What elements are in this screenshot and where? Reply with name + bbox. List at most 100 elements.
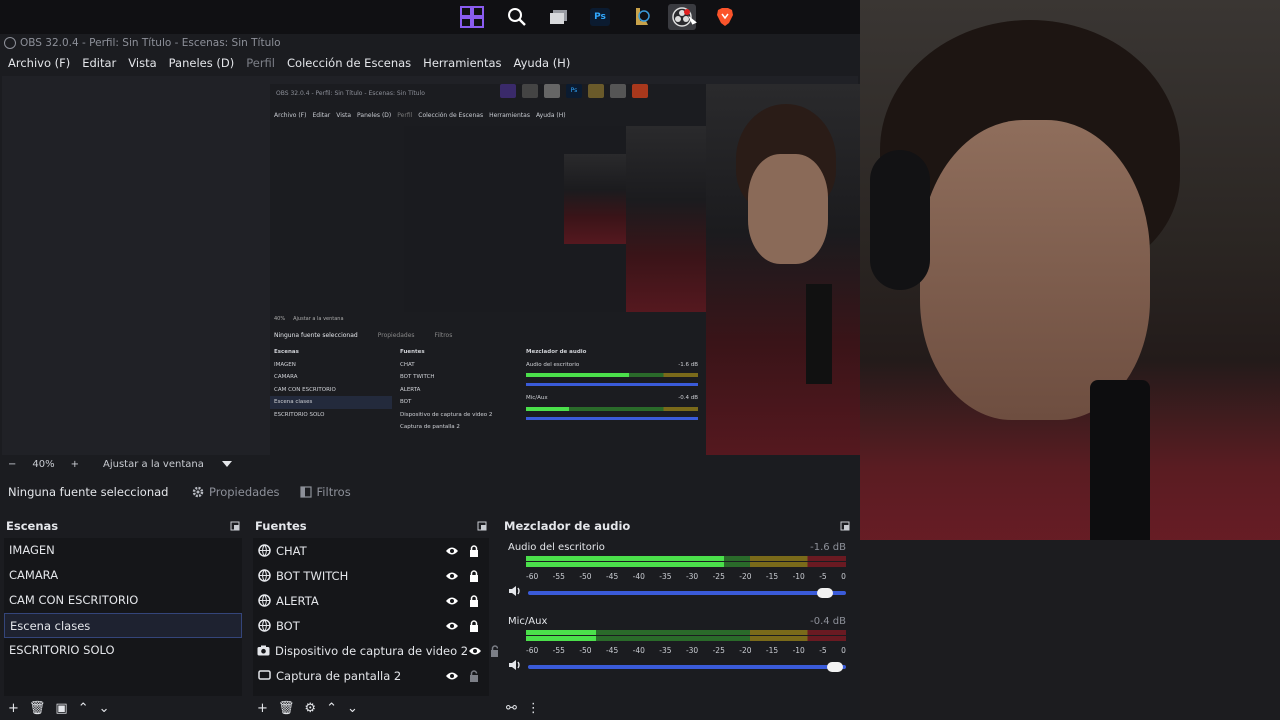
mixer-title: Mezclador de audio [504, 519, 631, 533]
scene-filters-icon[interactable]: ▣ [55, 701, 67, 716]
scene-item-selected[interactable]: Escena clases [4, 613, 242, 638]
scene-item[interactable]: ESCRITORIO SOLO [4, 638, 242, 663]
track-name: Audio del escritorio [508, 542, 605, 553]
nested-windows-icon [500, 84, 516, 98]
nested-menu-item: Perfil [397, 112, 413, 119]
scene-item[interactable]: IMAGEN [4, 538, 242, 563]
zoom-fit-dropdown[interactable]: Ajustar a la ventana [87, 459, 240, 470]
nested-scene: IMAGEN [274, 361, 296, 368]
nested-window-title: OBS 32.0.4 - Perfil: Sin Título - Escena… [276, 90, 425, 97]
source-item[interactable]: Dispositivo de captura de video 2 [253, 638, 500, 663]
nested-track-1: Audio del escritorio [526, 361, 580, 368]
nested-source: BOT [400, 399, 412, 405]
task-view-icon[interactable] [545, 4, 573, 30]
move-down-icon[interactable]: ⌄ [347, 701, 358, 716]
browser-icon [257, 544, 271, 558]
eye-icon[interactable] [445, 619, 459, 633]
lock-icon[interactable] [467, 544, 481, 558]
source-item[interactable]: CHAT [253, 538, 489, 563]
gear-icon[interactable]: ⚙ [304, 701, 316, 716]
nested-menu-item: Archivo (F) [274, 112, 307, 119]
undock-icon[interactable] [840, 521, 850, 531]
nested-menu-item: Ayuda (H) [535, 112, 566, 119]
taskbar: Ps [0, 0, 860, 34]
source-item[interactable]: Captura de pantalla 2 [253, 663, 489, 688]
menu-ayuda[interactable]: Ayuda (H) [508, 56, 577, 70]
undock-icon[interactable] [230, 521, 240, 531]
nested-track-2-db: -0.4 dB [678, 395, 698, 401]
eye-icon[interactable] [445, 544, 459, 558]
source-item[interactable]: BOT [253, 613, 489, 638]
desk [860, 540, 1280, 720]
brave-icon[interactable] [711, 4, 739, 30]
more-options-icon[interactable]: ⋮ [527, 701, 540, 716]
move-up-icon[interactable]: ⌃ [78, 701, 89, 716]
lock-icon[interactable] [467, 594, 481, 608]
browser-icon [257, 619, 271, 633]
unlock-icon[interactable] [467, 669, 481, 683]
webcam-feed [860, 0, 1280, 720]
menu-vista[interactable]: Vista [122, 56, 162, 70]
nested-menu-item: Editar [312, 112, 331, 119]
nested-sources-title: Fuentes [400, 349, 425, 355]
eye-icon[interactable] [445, 569, 459, 583]
track-db: -1.6 dB [810, 542, 846, 553]
source-item[interactable]: BOT TWITCH [253, 563, 489, 588]
menu-perfil[interactable]: Perfil [240, 56, 281, 70]
properties-button[interactable]: Propiedades [184, 481, 288, 503]
windows-start-icon[interactable] [458, 4, 486, 30]
track-name: Mic/Aux [508, 616, 548, 627]
nested-track-1-db: -1.6 dB [678, 361, 698, 368]
move-down-icon[interactable]: ⌄ [99, 701, 110, 716]
photoshop-icon[interactable]: Ps [586, 4, 614, 30]
scene-item[interactable]: CAMARA [4, 563, 242, 588]
nested-search-icon [522, 84, 538, 98]
league-of-legends-icon[interactable] [628, 4, 656, 30]
meter-scale: -60 -55 -50 -45 -40 -35 -30 -25 -20 -15 -10 -5 0 [526, 646, 846, 655]
menu-herramientas[interactable]: Herramientas [417, 56, 507, 70]
nested-mixer-title: Mezclador de audio [526, 349, 587, 355]
eye-icon[interactable] [445, 594, 459, 608]
add-source-icon[interactable]: + [257, 701, 268, 716]
mixer-list: Audio del escritorio -1.6 dB -60 -55 -50 -4… [502, 538, 852, 696]
trash-icon[interactable]: 🗑 [278, 701, 295, 716]
nested-source: BOT TWITCH [400, 374, 435, 380]
trash-icon[interactable]: 🗑 [29, 701, 46, 716]
nested-filters: Filtros [434, 331, 453, 339]
zoom-out-button[interactable]: − [0, 459, 24, 470]
menu-editar[interactable]: Editar [76, 56, 122, 70]
browser-icon [257, 569, 271, 583]
lock-icon[interactable] [467, 619, 481, 633]
menu-archivo[interactable]: Archivo (F) [2, 56, 76, 70]
title-bar: OBS 32.0.4 - Perfil: Sin Título - Escena… [0, 34, 860, 52]
lock-icon[interactable] [467, 569, 481, 583]
menu-coleccion[interactable]: Colección de Escenas [281, 56, 417, 70]
move-up-icon[interactable]: ⌃ [326, 701, 337, 716]
search-icon[interactable] [503, 4, 531, 30]
nested-scene: ESCRITORIO SOLO [274, 411, 325, 418]
audio-mixer-dock: Mezclador de audio Audio del escritorio … [498, 514, 856, 720]
zoom-fit-label: Ajustar a la ventana [103, 458, 204, 470]
nested-fit: Ajustar a la ventana [293, 316, 344, 322]
filters-button[interactable]: Filtros [292, 481, 359, 503]
nested-webcam [626, 126, 706, 312]
menu-paneles[interactable]: Paneles (D) [163, 56, 241, 70]
headphone-left [870, 150, 930, 290]
scene-item[interactable]: CAM CON ESCRITORIO [4, 588, 242, 613]
undock-icon[interactable] [477, 521, 487, 531]
mixer-track: Mic/Aux -0.4 dB -60 -55 -50 -45 -40 -35 -30 -25… [502, 612, 852, 674]
preview-area[interactable]: OBS 32.0.4 - Perfil: Sin Título - Escena… [2, 76, 860, 455]
add-scene-icon[interactable]: + [8, 701, 19, 716]
link-icon[interactable]: ⚯ [506, 701, 517, 716]
speaker-icon[interactable] [508, 585, 522, 600]
preview-canvas[interactable]: OBS 32.0.4 - Perfil: Sin Título - Escena… [270, 84, 860, 455]
source-name: BOT [276, 618, 300, 633]
volume-slider[interactable] [528, 661, 846, 672]
volume-slider[interactable] [528, 587, 846, 598]
photoshop-label: Ps [590, 8, 610, 26]
eye-icon[interactable] [468, 644, 482, 658]
source-item[interactable]: ALERTA [253, 588, 489, 613]
eye-icon[interactable] [445, 669, 459, 683]
speaker-icon[interactable] [508, 659, 522, 674]
zoom-in-button[interactable]: + [63, 459, 87, 470]
